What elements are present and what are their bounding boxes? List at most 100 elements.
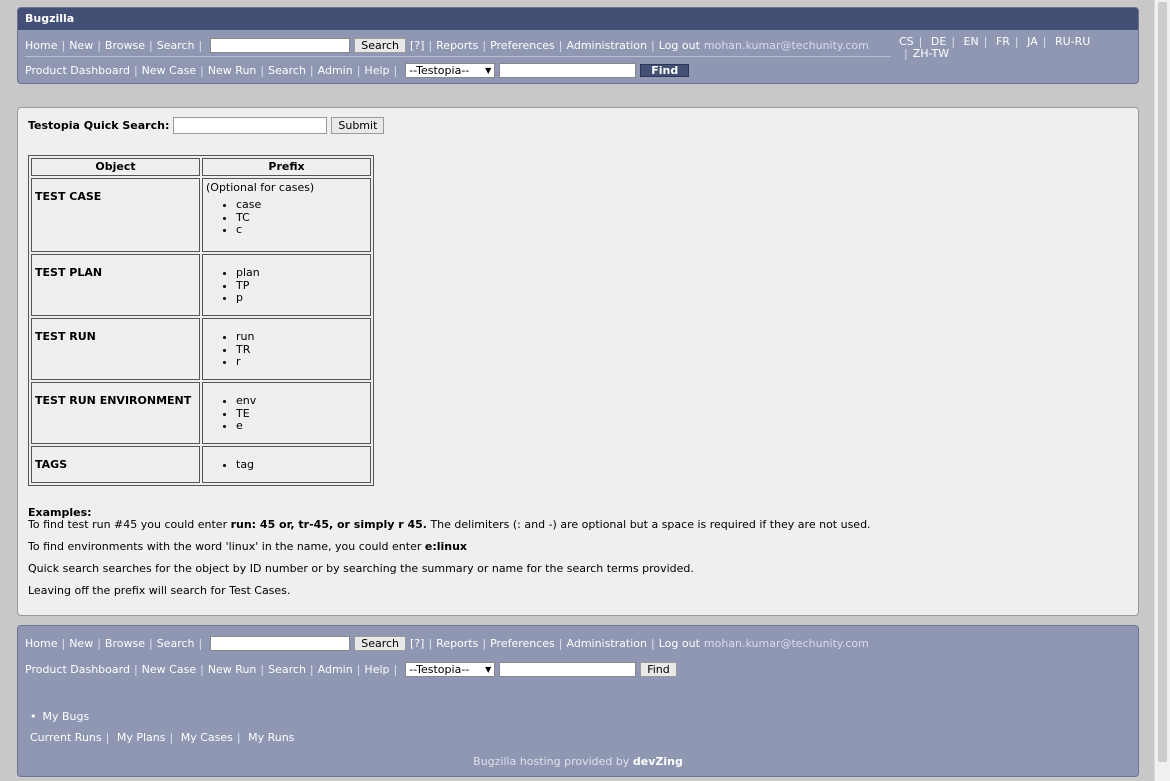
testopia-find-button[interactable]: Find [640,64,690,77]
lang-en-link[interactable]: EN [964,35,979,48]
testopia-help-link[interactable]: Help [364,663,389,676]
main-content: Testopia Quick Search: Submit Object Pre… [17,107,1139,616]
lang-ru-link[interactable]: RU-RU [1055,35,1090,48]
testopia-help-link[interactable]: Help [364,64,389,77]
prefix-list: run TR r [206,330,367,369]
testopia-search-input[interactable] [499,63,637,78]
example-text: To find test run #45 you could enter [28,518,231,531]
hosting-text: Bugzilla hosting provided by [473,755,633,768]
example-text: To find environments with the word 'linu… [28,540,425,553]
example-text: The delimiters (: and -) are optional bu… [426,518,871,531]
my-bugs-row: • My Bugs [30,710,89,723]
new-run-link[interactable]: New Run [208,64,257,77]
nav-preferences-link[interactable]: Preferences [490,637,555,650]
quick-search-label: Testopia Quick Search: [28,119,170,132]
list-item: case [236,198,367,212]
prefix-cell: tag [202,446,371,483]
lang-fr-link[interactable]: FR [996,35,1010,48]
testopia-admin-link[interactable]: Admin [318,663,353,676]
nav-reports-link[interactable]: Reports [436,637,478,650]
app-title: Bugzilla [18,8,1138,30]
prefix-cell: plan TP p [202,254,371,316]
object-cell: TAGS [31,446,200,483]
prefix-cell: run TR r [202,318,371,380]
testopia-search-link[interactable]: Search [268,663,306,676]
product-dashboard-link[interactable]: Product Dashboard [25,64,130,77]
object-cell: TEST PLAN [31,254,200,316]
table-row: TEST PLAN plan TP p [31,254,371,316]
table-row: TEST RUN ENVIRONMENT env TE e [31,382,371,444]
list-item: plan [236,266,367,280]
prefix-cell: (Optional for cases) case TC c [202,178,371,252]
example-line: To find test run #45 you could enter run… [28,519,1118,531]
table-header-row: Object Prefix [31,158,371,176]
testopia-find-button[interactable]: Find [640,662,677,677]
new-case-link[interactable]: New Case [142,663,196,676]
testopia-type-select-value: --Testopia-- [409,64,470,77]
list-item: TC [236,211,367,225]
testopia-quick-search: Testopia Quick Search: Submit [28,117,385,134]
nav-home-link[interactable]: Home [25,637,57,650]
nav-browse-link[interactable]: Browse [105,39,145,52]
quicksearch-help-link[interactable]: [?] [410,637,424,650]
testopia-search-input[interactable] [499,662,637,677]
object-cell: TEST CASE [31,178,200,252]
column-header-prefix: Prefix [202,158,371,176]
nav-home-link[interactable]: Home [25,39,57,52]
example-line: Leaving off the prefix will search for T… [28,584,291,597]
page-header: Bugzilla Home | New | Browse | Search | Sear… [17,7,1139,84]
nav-search-link[interactable]: Search [157,39,195,52]
lang-ja-link[interactable]: JA [1027,35,1038,48]
testopia-type-select[interactable]: --Testopia-- ▼ [405,63,496,78]
column-header-object: Object [31,158,200,176]
nav-reports-link[interactable]: Reports [436,39,478,52]
list-item: TP [236,279,367,293]
quicksearch-input[interactable] [210,38,351,53]
new-run-link[interactable]: New Run [208,663,257,676]
nav-browse-link[interactable]: Browse [105,637,145,650]
vertical-scrollbar[interactable] [1154,0,1170,781]
my-cases-link[interactable]: My Cases [181,731,233,744]
quicksearch-button[interactable]: Search [354,636,407,651]
lang-zh-link[interactable]: ZH-TW [913,47,949,60]
list-item: e [236,419,367,433]
list-item: TR [236,343,367,357]
list-item: r [236,355,367,369]
testopia-type-select-value: --Testopia-- [409,663,470,676]
main-nav: Home | New | Browse | Search | Search [?] | R… [25,38,869,53]
nav-new-link[interactable]: New [69,637,93,650]
quick-search-input[interactable] [173,117,328,134]
optional-note: (Optional for cases) [206,181,315,194]
header-divider [25,56,891,57]
nav-preferences-link[interactable]: Preferences [490,39,555,52]
example-code: run: 45 or, tr-45, or simply r 45. [230,518,427,531]
testopia-admin-link[interactable]: Admin [318,64,353,77]
nav-logout-link[interactable]: Log out [659,637,700,650]
chevron-down-icon: ▼ [485,66,492,75]
examples-section: Examples: To find test run #45 you could… [28,507,1118,597]
devzing-link[interactable]: devZing [633,755,683,768]
nav-logout-link[interactable]: Log out [659,39,700,52]
table-row: TAGS tag [31,446,371,483]
nav-search-link[interactable]: Search [157,637,195,650]
list-item: p [236,291,367,305]
example-code: e:linux [424,540,468,553]
nav-administration-link[interactable]: Administration [567,637,648,650]
quicksearch-help-link[interactable]: [?] [410,39,424,52]
scrollbar-thumb[interactable] [1158,2,1167,762]
quicksearch-input[interactable] [210,636,351,651]
my-plans-link[interactable]: My Plans [117,731,166,744]
testopia-type-select[interactable]: --Testopia-- ▼ [405,662,496,677]
prefix-list: tag [206,458,367,472]
product-dashboard-link[interactable]: Product Dashboard [25,663,130,676]
nav-new-link[interactable]: New [69,39,93,52]
new-case-link[interactable]: New Case [142,64,196,77]
current-runs-link[interactable]: Current Runs [30,731,102,744]
quick-search-submit-button[interactable]: Submit [331,117,385,134]
my-bugs-link[interactable]: My Bugs [43,710,90,723]
my-runs-link[interactable]: My Runs [248,731,294,744]
quicksearch-button[interactable]: Search [354,38,407,53]
nav-administration-link[interactable]: Administration [567,39,648,52]
testopia-search-link[interactable]: Search [268,64,306,77]
user-email: mohan.kumar@techunity.com [703,637,869,650]
